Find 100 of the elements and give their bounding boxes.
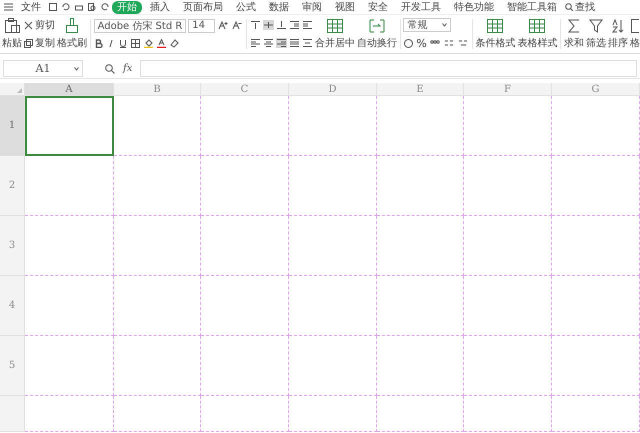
merge-center-button[interactable]: 合并居中 xyxy=(314,16,355,52)
clear-button[interactable] xyxy=(168,38,180,50)
wrap-text-button[interactable]: 自动换行 xyxy=(356,16,397,52)
align-left-button[interactable] xyxy=(250,38,261,48)
grid-cell[interactable] xyxy=(25,336,114,396)
grid-cell[interactable] xyxy=(552,216,640,276)
align-top-button[interactable] xyxy=(250,20,261,30)
grid-cell[interactable] xyxy=(377,96,464,156)
grid-cell[interactable] xyxy=(201,276,289,336)
indent-increase-button[interactable] xyxy=(302,20,313,30)
grid-cell[interactable] xyxy=(464,96,552,156)
font-size-dropdown[interactable]: 14 xyxy=(188,18,216,33)
grid-cell[interactable] xyxy=(114,96,201,156)
menu-tab[interactable]: 审阅 xyxy=(297,0,327,14)
grid-cell[interactable] xyxy=(114,396,201,432)
search-button[interactable]: 查找 xyxy=(565,0,595,14)
grid-cell[interactable] xyxy=(289,216,377,276)
grid-cell[interactable] xyxy=(552,96,640,156)
increase-decimal-button[interactable] xyxy=(442,38,455,48)
copy-button[interactable]: 复制 xyxy=(24,36,55,50)
grid-cell[interactable] xyxy=(377,216,464,276)
grid-cell[interactable] xyxy=(552,156,640,216)
justify-button[interactable] xyxy=(288,38,300,48)
menu-tab[interactable]: 视图 xyxy=(330,0,360,14)
indent-decrease-icon xyxy=(290,21,299,29)
grid-cell[interactable] xyxy=(552,276,640,336)
menu-tab[interactable]: 数据 xyxy=(264,0,294,14)
border-button[interactable] xyxy=(130,38,141,50)
menu-tab[interactable]: 公式 xyxy=(231,0,261,14)
menu-tab[interactable]: 智能工具箱 xyxy=(502,0,562,14)
menu-tab[interactable]: 页面布局 xyxy=(178,0,228,14)
menu-tab[interactable]: 安全 xyxy=(363,0,393,14)
grid-cell[interactable] xyxy=(377,156,464,216)
grid-cell[interactable] xyxy=(201,336,289,396)
table-button[interactable]: 格 xyxy=(630,16,640,52)
grid-cell[interactable] xyxy=(464,336,552,396)
grid-cell[interactable] xyxy=(114,336,201,396)
active-cell[interactable] xyxy=(25,96,114,156)
distribute-button[interactable] xyxy=(302,38,313,48)
font-name-dropdown[interactable]: Adobe 仿宋 Std R xyxy=(94,18,186,33)
grid-cell[interactable] xyxy=(552,396,640,432)
caret-icon xyxy=(442,23,448,28)
row-header[interactable]: 1 xyxy=(0,96,25,156)
grid-cell[interactable] xyxy=(25,276,114,336)
grid-cell[interactable] xyxy=(289,336,377,396)
align-center-button[interactable] xyxy=(262,38,274,48)
grid-cell[interactable] xyxy=(201,96,289,156)
align-right-button[interactable] xyxy=(276,38,287,48)
underline-button[interactable] xyxy=(118,38,128,50)
grid-cell[interactable] xyxy=(25,156,114,216)
grid-cell[interactable] xyxy=(552,336,640,396)
grid-cell[interactable] xyxy=(201,156,289,216)
decrease-decimal-button[interactable] xyxy=(456,38,469,48)
table-style-button[interactable]: 表格样式 xyxy=(517,16,558,52)
grid-cell[interactable] xyxy=(289,276,377,336)
row-header[interactable] xyxy=(0,396,25,432)
menu-tab[interactable]: 特色功能 xyxy=(449,0,499,14)
cut-button[interactable]: 剪切 xyxy=(24,18,55,32)
grid-cell[interactable] xyxy=(377,396,464,432)
align-middle-icon xyxy=(264,21,273,29)
column-header[interactable]: A xyxy=(25,83,114,96)
fill-color-button[interactable] xyxy=(142,38,154,50)
formula-input[interactable] xyxy=(140,60,637,76)
decrease-font-button[interactable] xyxy=(231,20,244,32)
indent-decrease-button[interactable] xyxy=(288,20,300,30)
percent-button[interactable]: % xyxy=(416,36,427,50)
grid-cell[interactable] xyxy=(289,396,377,432)
grid-cell[interactable] xyxy=(289,96,377,156)
paste-button[interactable]: 粘贴 xyxy=(2,16,22,52)
number-format-dropdown[interactable]: 常规 xyxy=(403,18,452,32)
align-middle-button[interactable] xyxy=(262,20,274,30)
name-box[interactable]: A1 xyxy=(3,60,83,76)
grid-cell[interactable] xyxy=(25,216,114,276)
menu-tab[interactable]: 文件 xyxy=(16,0,46,14)
align-bottom-button[interactable] xyxy=(276,20,287,30)
grid-cell[interactable] xyxy=(464,396,552,432)
grid-cell[interactable] xyxy=(201,396,289,432)
grid-cell[interactable] xyxy=(289,156,377,216)
grid-cell[interactable] xyxy=(464,276,552,336)
filter-button[interactable]: 筛选 xyxy=(586,16,606,52)
function-label[interactable]: fx xyxy=(123,62,132,74)
sum-button[interactable]: 求和 xyxy=(564,16,584,52)
grid-cell[interactable] xyxy=(114,156,201,216)
bold-button[interactable] xyxy=(94,38,104,50)
menu-tab[interactable]: 开发工具 xyxy=(396,0,446,14)
conditional-format-button[interactable]: 条件格式 xyxy=(475,16,516,52)
sigma-icon xyxy=(567,18,581,32)
font-color-button[interactable] xyxy=(156,38,167,50)
grid-cell[interactable] xyxy=(114,276,201,336)
grid-cell[interactable] xyxy=(114,216,201,276)
grid-cell[interactable] xyxy=(25,396,114,432)
menu-tab[interactable]: 插入 xyxy=(145,0,175,14)
grid-cell[interactable] xyxy=(464,156,552,216)
sort-button[interactable]: 排序 xyxy=(608,16,628,52)
format-painter-button[interactable]: 格式刷 xyxy=(57,16,87,52)
grid-cell[interactable] xyxy=(377,336,464,396)
grid-cell[interactable] xyxy=(464,216,552,276)
increase-font-button[interactable] xyxy=(217,20,230,32)
grid-cell[interactable] xyxy=(201,216,289,276)
grid-cell[interactable] xyxy=(377,276,464,336)
